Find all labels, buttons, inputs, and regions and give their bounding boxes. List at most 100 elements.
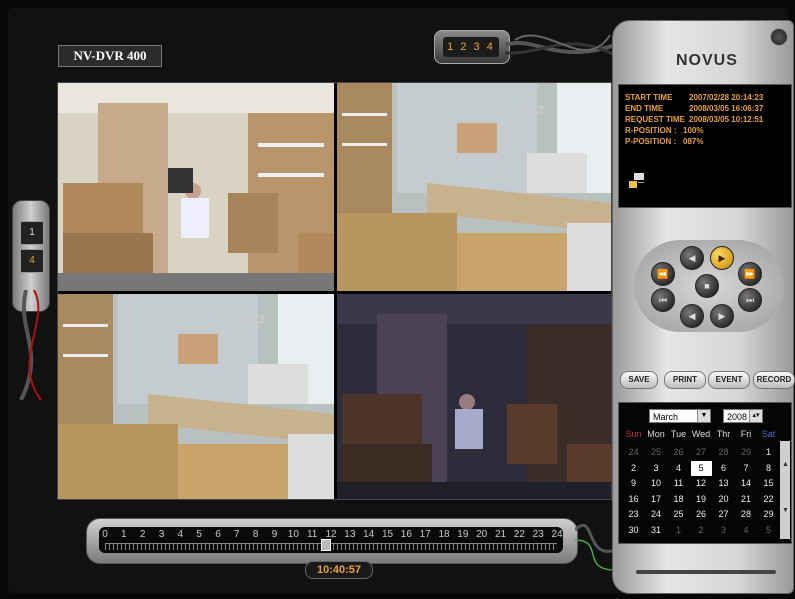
calendar-day[interactable]: 27: [713, 507, 734, 522]
play-button[interactable]: ▶: [710, 246, 734, 270]
calendar-day[interactable]: 8: [758, 461, 779, 476]
timeline-hour-tick: 13: [344, 529, 356, 540]
video-grid: 002 002: [57, 82, 612, 500]
calendar-day[interactable]: 20: [713, 492, 734, 507]
calendar-day[interactable]: 1: [758, 445, 779, 460]
reverse-play-button[interactable]: ◀: [680, 246, 704, 270]
request-time-value: 2008/03/05 10:12:51: [689, 115, 764, 124]
calendar-day[interactable]: 30: [623, 523, 644, 538]
calendar-weekday: Tue: [670, 429, 687, 439]
timeline-hour-tick: 11: [306, 529, 318, 540]
camera-4-image: [337, 294, 611, 499]
start-time-value: 2007/02/28 20:14:23: [689, 93, 764, 102]
camera-view-3[interactable]: 002: [58, 294, 334, 499]
layout-single-button[interactable]: 1: [20, 221, 44, 245]
timeline-track[interactable]: 0 1 2 3 4 5 6 7 8 9 10 11 12 13 14 15 16 17 18 19 20 21 22 23 24: [99, 527, 563, 553]
request-time-label: REQUEST TIME: [625, 115, 686, 124]
month-select[interactable]: March ▼: [649, 409, 711, 423]
skip-previous-button[interactable]: ⏮: [651, 288, 675, 312]
month-select-value: March: [653, 412, 679, 422]
calendar-day[interactable]: 6: [713, 461, 734, 476]
channel-selector-label[interactable]: 1 2 3 4: [443, 37, 499, 57]
calendar-day[interactable]: 1: [668, 523, 689, 538]
timeline-hour-tick: 19: [457, 529, 469, 540]
timeline-slider-handle[interactable]: [321, 539, 331, 551]
calendar-day[interactable]: 4: [736, 523, 757, 538]
calendar-day[interactable]: 22: [758, 492, 779, 507]
event-button[interactable]: EVENT: [708, 371, 750, 389]
brand-logo: NOVUS: [676, 52, 738, 69]
camera-view-1[interactable]: [58, 83, 334, 291]
calendar-day[interactable]: 28: [713, 445, 734, 460]
skip-next-button[interactable]: ⏭: [738, 288, 762, 312]
calendar-day[interactable]: 26: [668, 445, 689, 460]
calendar-day[interactable]: 28: [736, 507, 757, 522]
timeline-hour-tick: 7: [234, 529, 240, 540]
calendar-day[interactable]: 11: [668, 476, 689, 491]
calendar-day[interactable]: 2: [691, 523, 712, 538]
channel-selector[interactable]: 1 2 3 4: [434, 30, 510, 64]
r-position-label: R-POSITION :: [625, 126, 677, 135]
calendar-day[interactable]: 12: [691, 476, 712, 491]
calendar-day[interactable]: 25: [668, 507, 689, 522]
calendar-day[interactable]: 15: [758, 476, 779, 491]
year-spinner[interactable]: 2008 ▴▾: [723, 409, 763, 423]
step-back-button[interactable]: ◀: [680, 304, 704, 328]
calendar-day[interactable]: 17: [646, 492, 667, 507]
chevron-down-icon[interactable]: ▼: [697, 410, 710, 422]
calendar-day[interactable]: 29: [736, 445, 757, 460]
scroll-up-icon[interactable]: ▲: [782, 461, 789, 468]
print-button[interactable]: PRINT: [664, 371, 706, 389]
fast-forward-button[interactable]: ⏩: [738, 262, 762, 286]
layout-quad-button[interactable]: 4: [20, 249, 44, 273]
timeline-hour-tick: 21: [494, 529, 507, 540]
calendar-day[interactable]: 21: [736, 492, 757, 507]
calendar-day[interactable]: 2: [623, 461, 644, 476]
calendar-day[interactable]: 13: [713, 476, 734, 491]
calendar-day[interactable]: 10: [646, 476, 667, 491]
timeline-hour-tick: 22: [513, 529, 525, 540]
calendar-day[interactable]: 14: [736, 476, 757, 491]
calendar-day[interactable]: 29: [758, 507, 779, 522]
timeline-hour-tick: 8: [252, 529, 259, 540]
calendar-weekday: Fri: [740, 429, 752, 439]
timeline-bar[interactable]: 0 1 2 3 4 5 6 7 8 9 10 11 12 13 14 15 16 17 18 19 20 21 22 23 24: [86, 518, 578, 564]
camera-view-2[interactable]: 002: [337, 83, 611, 291]
calendar-day[interactable]: 18: [668, 492, 689, 507]
timeline-hour-tick: 10: [287, 529, 299, 540]
record-button[interactable]: RECORD: [753, 371, 795, 389]
calendar-day[interactable]: 7: [736, 461, 757, 476]
scroll-down-icon[interactable]: ▼: [782, 507, 789, 514]
step-forward-button[interactable]: ▶: [710, 304, 734, 328]
calendar-day[interactable]: 5: [758, 523, 779, 538]
calendar-day[interactable]: 24: [646, 507, 667, 522]
timeline-hour-tick: 18: [438, 529, 450, 540]
calendar-day[interactable]: 23: [623, 507, 644, 522]
stop-button[interactable]: ■: [695, 274, 719, 298]
calendar-day[interactable]: 16: [623, 492, 644, 507]
calendar-day[interactable]: 19: [691, 492, 712, 507]
calendar-day[interactable]: 24: [623, 445, 644, 460]
save-button[interactable]: SAVE: [620, 371, 658, 389]
fast-rewind-button[interactable]: ⏪: [651, 262, 675, 286]
timeline-hour-tick: 5: [196, 529, 202, 540]
calendar-day[interactable]: 3: [646, 461, 667, 476]
calendar-day[interactable]: 3: [713, 523, 734, 538]
camera-view-4[interactable]: [337, 294, 611, 499]
calendar-day[interactable]: 27: [691, 445, 712, 460]
timeline-hour-tick: 24: [551, 529, 563, 540]
calendar-day[interactable]: 9: [623, 476, 644, 491]
power-button[interactable]: [770, 28, 788, 46]
calendar-day[interactable]: 26: [691, 507, 712, 522]
spinner-arrows-icon[interactable]: ▴▾: [749, 410, 762, 422]
calendar-day[interactable]: 25: [646, 445, 667, 460]
bottom-cable-decoration: [575, 523, 615, 571]
calendar-weekday: Wed: [691, 429, 711, 439]
calendar-weekday: Thr: [716, 429, 731, 439]
calendar-day[interactable]: 5: [690, 460, 712, 476]
calendar-scrollbar[interactable]: ▲ ▼: [780, 441, 790, 539]
calendar-day[interactable]: 4: [668, 461, 689, 476]
calendar-day[interactable]: 31: [646, 523, 667, 538]
camera-2-label: 002: [524, 103, 545, 117]
timeline-ruler: [105, 543, 557, 550]
